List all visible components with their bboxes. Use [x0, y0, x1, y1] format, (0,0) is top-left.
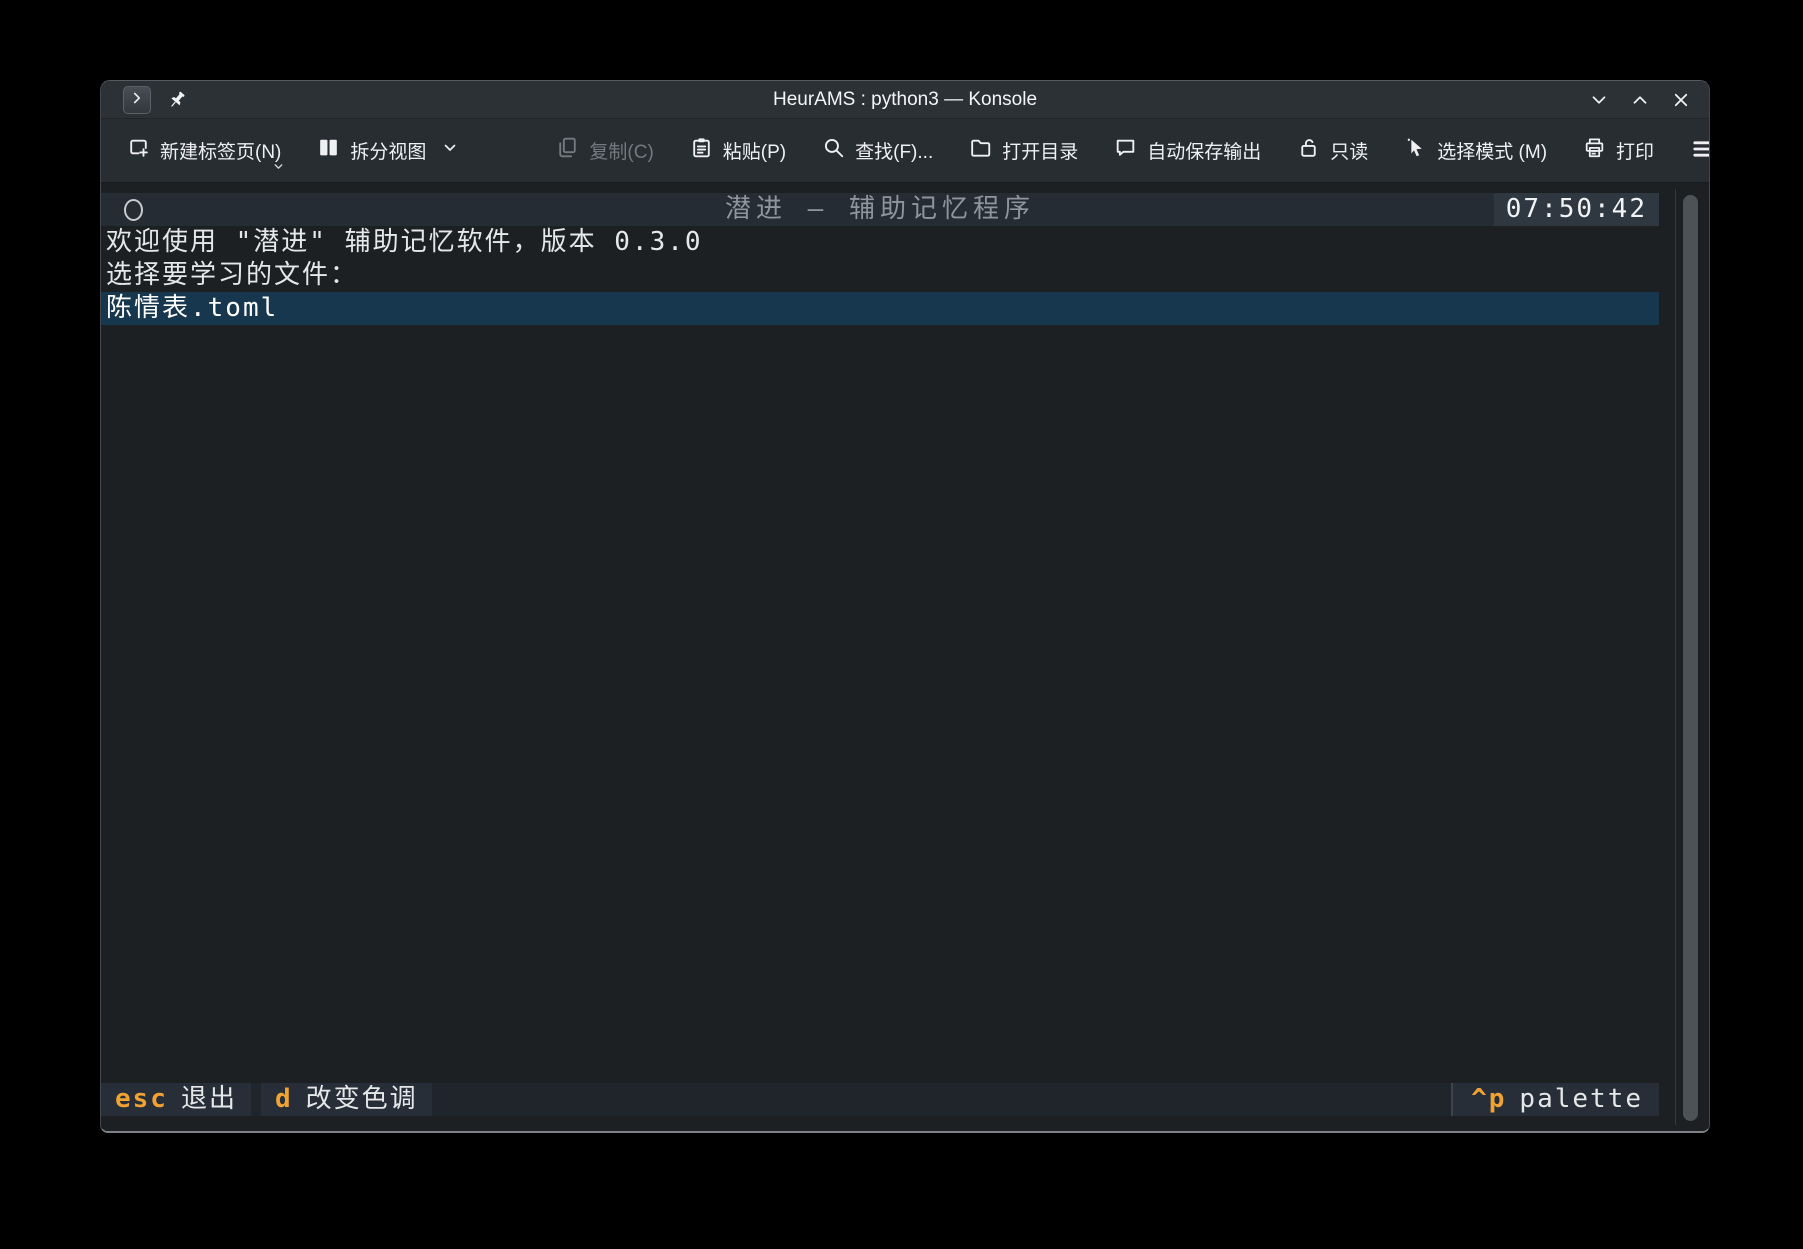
chevron-down-icon — [442, 140, 458, 162]
hint-label: 改变色调 — [306, 1084, 418, 1114]
welcome-line: 欢迎使用 "潜进" 辅助记忆软件，版本 0.3.0 — [101, 226, 1659, 259]
split-view-icon — [316, 135, 341, 166]
hamburger-menu-button[interactable] — [1689, 136, 1710, 165]
close-button[interactable] — [1669, 88, 1693, 112]
cursor-icon — [1403, 135, 1428, 166]
window-title: HeurAMS : python3 — Konsole — [101, 89, 1709, 111]
read-only-button[interactable]: 只读 — [1296, 135, 1368, 166]
key-badge: esc — [115, 1084, 168, 1114]
toolbar: 新建标签页(N) 拆分视图 — [101, 119, 1709, 183]
tui-header-bar: 潜进 – 辅助记忆程序 07:50:42 — [101, 193, 1659, 226]
chevron-down-icon — [272, 157, 285, 179]
toolbar-label: 自动保存输出 — [1147, 137, 1261, 164]
footer-spacer — [432, 1083, 1451, 1116]
toolbar-label: 新建标签页(N) — [160, 137, 281, 164]
new-tab-button[interactable]: 新建标签页(N) — [126, 135, 281, 166]
speech-bubble-icon — [1113, 135, 1138, 166]
split-view-button[interactable]: 拆分视图 — [316, 135, 458, 166]
print-button[interactable]: 打印 — [1582, 135, 1654, 166]
toolbar-label: 粘贴(P) — [723, 137, 786, 164]
titlebar: HeurAMS : python3 — Konsole — [101, 81, 1709, 119]
terminal-empty-area — [101, 325, 1709, 1083]
lock-open-icon — [1296, 135, 1321, 166]
open-directory-button[interactable]: 打开目录 — [968, 135, 1078, 166]
titlebar-expand-button[interactable] — [123, 86, 151, 114]
tui-footer-bar: esc 退出 d 改变色调 ^p palette — [101, 1083, 1659, 1116]
pin-icon[interactable] — [166, 89, 188, 111]
printer-icon — [1582, 135, 1607, 166]
hint-label: palette — [1519, 1084, 1643, 1114]
footer-hint-change-tone[interactable]: d 改变色调 — [261, 1083, 432, 1116]
paste-icon — [689, 135, 714, 166]
tui-clock: 07:50:42 — [1494, 193, 1659, 226]
tui-app-title: 潜进 – 辅助记忆程序 — [101, 193, 1659, 226]
minimize-button[interactable] — [1587, 88, 1611, 112]
toolbar-label: 查找(F)... — [855, 137, 933, 164]
hint-label: 退出 — [181, 1084, 237, 1114]
key-badge: d — [275, 1084, 293, 1114]
key-badge: ^p — [1471, 1084, 1506, 1114]
toolbar-label: 选择模式 (M) — [1437, 137, 1547, 164]
footer-hint-quit[interactable]: esc 退出 — [101, 1083, 251, 1116]
copy-icon — [555, 135, 580, 166]
scrollbar-thumb[interactable] — [1683, 195, 1698, 1121]
toolbar-label: 拆分视图 — [350, 137, 426, 164]
find-button[interactable]: 查找(F)... — [821, 135, 933, 166]
paste-button[interactable]: 粘贴(P) — [689, 135, 786, 166]
terminal-view[interactable]: 潜进 – 辅助记忆程序 07:50:42 欢迎使用 "潜进" 辅助记忆软件，版本… — [101, 183, 1709, 1131]
maximize-button[interactable] — [1628, 88, 1652, 112]
toolbar-label: 打印 — [1616, 137, 1654, 164]
file-list-item-selected[interactable]: 陈情表.toml — [101, 292, 1659, 325]
toolbar-label: 只读 — [1330, 137, 1368, 164]
konsole-window: HeurAMS : python3 — Konsole — [100, 80, 1710, 1133]
select-mode-button[interactable]: 选择模式 (M) — [1403, 135, 1547, 166]
folder-icon — [968, 135, 993, 166]
chevron-right-icon — [128, 89, 146, 110]
toolbar-label: 打开目录 — [1002, 137, 1078, 164]
search-icon — [821, 135, 846, 166]
desktop-background: HeurAMS : python3 — Konsole — [0, 0, 1803, 1249]
scrollbar-track-divider — [1675, 189, 1676, 1125]
prompt-line: 选择要学习的文件： — [101, 259, 1659, 292]
footer-hint-palette[interactable]: ^p palette — [1451, 1083, 1659, 1116]
copy-button: 复制(C) — [555, 135, 653, 166]
hamburger-icon — [1689, 150, 1710, 165]
new-tab-icon — [126, 135, 151, 166]
toolbar-label: 复制(C) — [589, 137, 653, 164]
window-controls — [1587, 88, 1693, 112]
autosave-output-button[interactable]: 自动保存输出 — [1113, 135, 1261, 166]
